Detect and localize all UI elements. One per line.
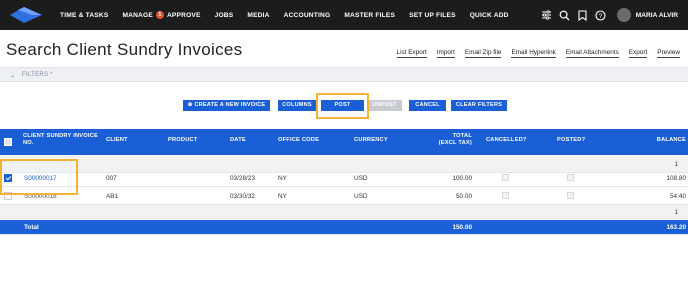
date-cell: 03/30/32 xyxy=(230,193,255,200)
email-attachments-link[interactable]: Email Attachments xyxy=(565,49,619,58)
office-cell: NY xyxy=(278,175,287,182)
col-client[interactable]: CLIENT xyxy=(106,137,128,144)
table-row[interactable]: S00000017 007 03/28/23 NY USD 100.00 108… xyxy=(0,169,688,187)
user-name[interactable]: MARIA ALVIR xyxy=(636,12,678,19)
table-row[interactable]: S00000018 AB1 03/30/32 NY USD 50.00 54.4… xyxy=(0,187,688,205)
unpost-button[interactable]: UNPOST xyxy=(367,100,402,111)
posted-checkbox[interactable] xyxy=(567,174,574,181)
nav-jobs[interactable]: JOBS xyxy=(215,12,234,19)
export-link[interactable]: Export xyxy=(628,49,648,58)
top-nav: TIME & TASKS MANAGE 1 APPROVE JOBS MEDIA … xyxy=(0,0,688,30)
col-invoice-no[interactable]: CLIENT SUNDRY INVOICE NO. xyxy=(23,133,98,147)
preview-link[interactable]: Preview xyxy=(657,49,680,58)
cancel-button[interactable]: CANCEL xyxy=(409,100,446,111)
page-actions: List Export Import Email Zip file Email … xyxy=(387,49,680,58)
balance-sum: 163.20 xyxy=(666,224,686,231)
plus-icon: ⊕ xyxy=(187,102,193,108)
col-posted[interactable]: POSTED? xyxy=(557,137,585,144)
balance-cell: 108.80 xyxy=(666,175,686,182)
filters-bar[interactable]: ⌄ FILTERS * xyxy=(0,67,688,82)
import-link[interactable]: Import xyxy=(436,49,455,58)
date-cell: 03/28/23 xyxy=(230,175,255,182)
help-icon[interactable]: ? xyxy=(595,9,607,21)
email-zip-file-link[interactable]: Email Zip file xyxy=(464,49,502,58)
nav-quick-add[interactable]: QUICK ADD xyxy=(470,12,509,19)
nav-master-files[interactable]: MASTER FILES xyxy=(344,12,395,19)
nav-time-tasks[interactable]: TIME & TASKS xyxy=(60,12,108,19)
currency-cell: USD xyxy=(354,193,368,200)
nav-manage[interactable]: MANAGE 1 xyxy=(122,11,167,19)
nav-approve[interactable]: APPROVE xyxy=(167,12,201,19)
group-row: 1 xyxy=(0,205,688,219)
logo-icon[interactable] xyxy=(8,5,46,25)
notification-badge: 1 xyxy=(155,11,164,19)
col-total-line2: (EXCL TAX) xyxy=(438,140,472,146)
cancelled-checkbox[interactable] xyxy=(502,174,509,181)
col-invoice-no-line1: CLIENT SUNDRY INVOICE xyxy=(23,133,98,139)
avatar[interactable] xyxy=(616,8,631,22)
search-icon[interactable] xyxy=(559,9,571,21)
nav-media[interactable]: MEDIA xyxy=(247,12,269,19)
bookmark-icon[interactable] xyxy=(577,9,589,21)
office-cell: NY xyxy=(278,193,287,200)
total-sum: 150.00 xyxy=(452,224,472,231)
page-title: Search Client Sundry Invoices xyxy=(6,40,243,59)
group-count: 1 xyxy=(674,161,678,168)
col-currency[interactable]: CURRENCY xyxy=(354,137,388,144)
cancelled-checkbox[interactable] xyxy=(502,192,509,199)
invoice-highlight xyxy=(0,159,78,195)
nav-set-up-files[interactable]: SET UP FILES xyxy=(409,12,456,19)
col-total[interactable]: TOTAL (EXCL TAX) xyxy=(432,133,472,147)
total-cell: 50.00 xyxy=(456,193,472,200)
total-cell: 100.00 xyxy=(452,175,472,182)
posted-checkbox[interactable] xyxy=(567,192,574,199)
client-cell: 007 xyxy=(106,175,117,182)
list-export-link[interactable]: List Export xyxy=(396,49,427,58)
nav-utilities: ? MARIA ALVIR xyxy=(535,0,678,30)
col-invoice-no-line2: NO. xyxy=(23,140,34,146)
nav-accounting[interactable]: ACCOUNTING xyxy=(284,12,331,19)
col-product[interactable]: PRODUCT xyxy=(168,137,198,144)
col-date[interactable]: DATE xyxy=(230,137,246,144)
filters-label[interactable]: FILTERS * xyxy=(22,72,53,78)
balance-cell: 54.40 xyxy=(670,193,686,200)
columns-button[interactable]: COLUMNS xyxy=(278,100,316,111)
col-cancelled[interactable]: CANCELLED? xyxy=(486,137,527,144)
chevron-down-icon[interactable]: ⌄ xyxy=(10,72,15,79)
total-row: Total 150.00 163.20 xyxy=(0,220,688,235)
create-new-invoice-label: CREATE A NEW INVOICE xyxy=(194,102,266,108)
select-all-checkbox[interactable] xyxy=(4,138,12,146)
client-cell: AB1 xyxy=(106,193,119,200)
create-new-invoice-button[interactable]: ⊕ CREATE A NEW INVOICE xyxy=(183,100,270,111)
currency-cell: USD xyxy=(354,175,368,182)
main-menu: TIME & TASKS MANAGE 1 APPROVE JOBS MEDIA … xyxy=(60,0,523,30)
post-button-highlight xyxy=(316,93,369,119)
total-label: Total xyxy=(24,224,39,231)
email-hyperlink-link[interactable]: Email Hyperlink xyxy=(511,49,556,58)
sliders-icon[interactable] xyxy=(541,9,553,21)
clear-filters-button[interactable]: CLEAR FILTERS xyxy=(451,100,507,111)
col-office-code[interactable]: OFFICE CODE xyxy=(278,137,319,144)
svg-text:?: ? xyxy=(599,13,603,20)
table-header: CLIENT SUNDRY INVOICE NO. CLIENT PRODUCT … xyxy=(0,129,688,155)
col-total-line1: TOTAL xyxy=(452,133,472,139)
col-balance[interactable]: BALANCE xyxy=(640,137,686,144)
group-count: 1 xyxy=(674,209,678,216)
nav-manage-label: MANAGE xyxy=(122,11,153,19)
